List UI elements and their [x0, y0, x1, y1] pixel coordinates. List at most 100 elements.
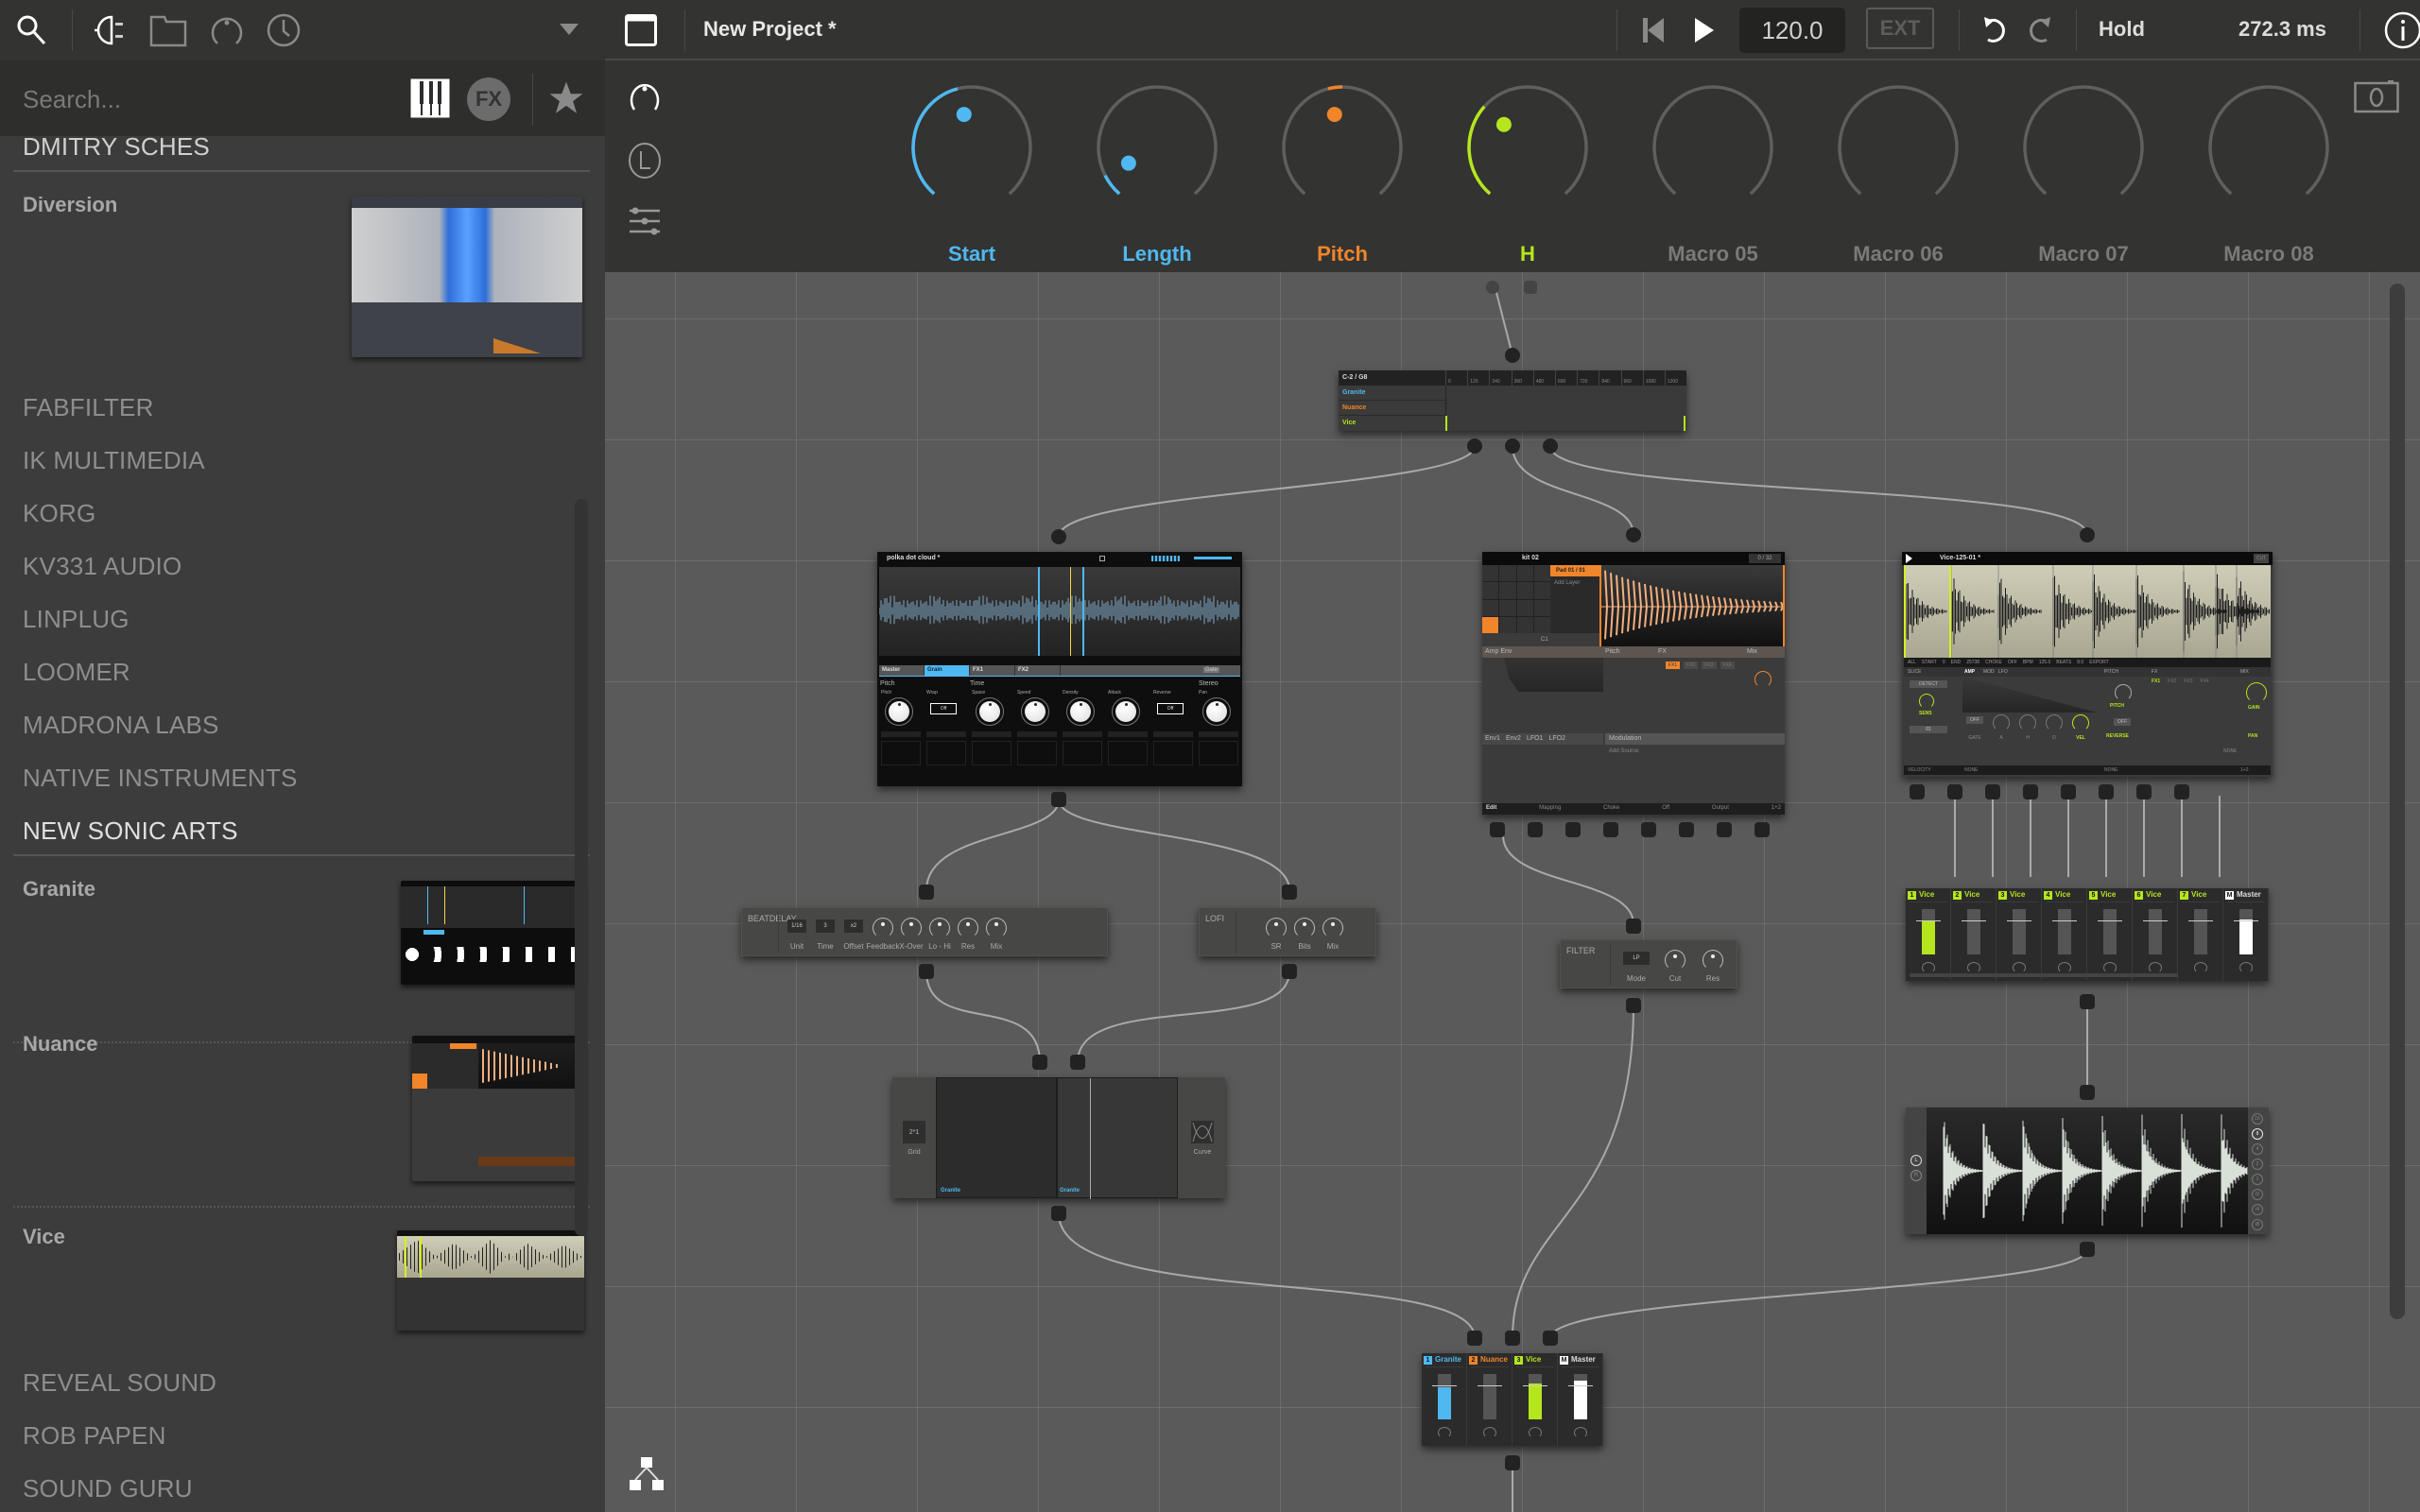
beatdelay-knob[interactable] [986, 918, 1007, 938]
drum-pad[interactable] [1516, 565, 1533, 582]
macro-knob-3[interactable]: Pitch [1276, 83, 1409, 272]
drum-pad[interactable] [1499, 616, 1516, 633]
knob-dial[interactable] [1832, 83, 1964, 225]
pan-knob[interactable] [2013, 962, 2026, 973]
nuance-waveform[interactable] [1599, 565, 1785, 646]
filter-mode-field[interactable]: LP [1623, 952, 1650, 965]
channel-fader[interactable] [2058, 909, 2071, 954]
drum-pad[interactable] [1533, 582, 1550, 599]
vice-output-port[interactable] [1985, 784, 2000, 799]
drum-pad[interactable] [1516, 616, 1533, 633]
xy-output-port[interactable] [1051, 1206, 1066, 1221]
pan-knob[interactable] [2194, 962, 2207, 973]
nuance-env-tab[interactable]: Env1 [1485, 735, 1500, 742]
nuance-fx-tab[interactable]: FX1 [1666, 662, 1681, 669]
drum-pad[interactable] [1499, 599, 1516, 616]
nuance-output-port[interactable] [1603, 822, 1618, 837]
drum-pad[interactable] [1533, 599, 1550, 616]
vendor-dmitry-sches[interactable]: DMITRY SCHES [23, 132, 210, 162]
knob-dial[interactable] [2203, 83, 2335, 225]
fader-cap[interactable] [1916, 920, 1941, 921]
granite-reverse-toggle[interactable]: Off [1157, 703, 1184, 714]
nuance-preset-name[interactable]: kit 02 [1522, 555, 1539, 561]
nuance-env-tab[interactable]: LFO2 [1548, 735, 1565, 742]
macro-knob-1[interactable]: Start [906, 83, 1038, 272]
channel-fader[interactable] [2194, 909, 2207, 954]
scope-output-port[interactable] [2080, 1242, 2095, 1257]
macro-knob-6[interactable]: Macro 06 [1832, 83, 1964, 272]
mod-slot[interactable] [1063, 731, 1102, 737]
granite-output-port[interactable] [1051, 792, 1066, 807]
knob-dial[interactable] [2017, 83, 2150, 225]
granite-volume-slider[interactable] [1194, 557, 1232, 559]
beatdelay-time-field[interactable]: 3 [816, 919, 835, 933]
add-layer-button[interactable]: Add Layer [1554, 580, 1580, 586]
scope-division-button[interactable]: 16 [2252, 1113, 2263, 1125]
vice-amp-env[interactable] [1962, 677, 2097, 713]
reverse-toggle[interactable]: OFF [2114, 718, 2131, 726]
pan-knob[interactable] [1529, 1427, 1542, 1438]
search-input[interactable]: Search... [23, 85, 121, 114]
mod-slot[interactable] [1017, 731, 1057, 737]
granite-pitch-knob[interactable] [885, 697, 913, 726]
nuance-env-tab[interactable]: Env2 [1506, 735, 1521, 742]
canvas-scrollbar[interactable] [2390, 284, 2405, 1319]
scope-node[interactable]: L R 16 8 4 2 1/2/4/8 [1906, 1108, 2269, 1234]
save-icon[interactable] [1099, 556, 1105, 561]
granite-speed-knob[interactable] [1021, 697, 1049, 726]
gate-toggle[interactable]: Gate [1203, 667, 1220, 673]
channel-fader[interactable] [2149, 909, 2162, 954]
scope-division-button[interactable]: 8 [2252, 1128, 2263, 1140]
beatdelay-unit-field[interactable]: 1/16 [787, 919, 806, 933]
granite-wrap-toggle[interactable]: Off [930, 703, 957, 714]
beatdelay-knob[interactable] [958, 918, 978, 938]
pan-knob[interactable] [1574, 1427, 1587, 1438]
vice-preset-name[interactable]: Vice-125-01 * [1940, 555, 1980, 561]
nuance-footer-item[interactable]: Off [1662, 805, 1669, 811]
nuance-fx-tab[interactable]: FX3 [1702, 662, 1717, 669]
nuance-output-port[interactable] [1754, 822, 1770, 837]
vice-mixer-output-port[interactable] [2080, 994, 2095, 1009]
vendor-reveal-sound[interactable]: REVEAL SOUND [23, 1368, 216, 1398]
channel-fader[interactable] [1438, 1374, 1451, 1419]
vendor-linplug[interactable]: LINPLUG [23, 605, 130, 634]
main-mixer-input-2[interactable] [1505, 1331, 1520, 1346]
mod-slot[interactable] [881, 731, 921, 737]
product-granite[interactable]: Granite [23, 877, 95, 902]
macro-label[interactable]: Macro 06 [1832, 242, 1964, 266]
plugin-icon[interactable] [91, 9, 132, 51]
sidebar-scrollbar[interactable] [575, 499, 588, 1236]
vice-output-port[interactable] [2174, 784, 2189, 799]
beatdelay-knob[interactable] [901, 918, 922, 938]
amp-env-display[interactable] [1482, 658, 1603, 692]
macro-knob-5[interactable]: Macro 05 [1647, 83, 1779, 272]
mod-slot[interactable] [1108, 731, 1148, 737]
snapshot-camera-icon[interactable] [2350, 77, 2403, 115]
fader-cap[interactable] [2007, 920, 2031, 921]
lofi-knob[interactable] [1266, 918, 1287, 938]
macro-label[interactable]: H [1461, 242, 1594, 266]
drum-pad[interactable] [1533, 565, 1550, 582]
vice-waveform[interactable] [1904, 565, 2271, 658]
granite-plugin-node[interactable]: polka dot cloud * Master Grain FX1 FX2 Gate… [877, 552, 1242, 786]
nuance-fx-tab[interactable]: FX4 [1720, 662, 1735, 669]
granite-density-knob[interactable] [1066, 697, 1095, 726]
instrument-piano-icon[interactable] [410, 77, 450, 119]
vice-a-knob[interactable] [1993, 714, 2010, 731]
keyzone-row-vice[interactable]: Vice [1339, 416, 1445, 431]
fx-icon[interactable]: FX [467, 77, 510, 121]
vice-mixer-node[interactable]: 1 Vice 2 Vice 3 Vice 4 Vice 5 Vice 6 Vice 7 Vice M Mast… [1906, 888, 2269, 981]
pan-knob[interactable] [1967, 962, 1980, 973]
rewind-to-start-icon[interactable] [1639, 15, 1668, 45]
fader-cap[interactable] [2098, 920, 2122, 921]
keyzone-input-port[interactable] [1505, 348, 1520, 363]
macro-label[interactable]: Macro 05 [1647, 242, 1779, 266]
xy-input-port-1[interactable] [1032, 1055, 1047, 1070]
mixer-channel[interactable]: 1 Granite [1422, 1353, 1467, 1446]
vendor-new-sonic-arts[interactable]: NEW SONIC ARTS [23, 816, 238, 846]
vice-footer-item[interactable]: NONE [2104, 767, 2118, 773]
granite-tab-fx2[interactable]: FX2 [1015, 665, 1061, 676]
knob-dial[interactable] [1461, 83, 1594, 225]
undo-icon[interactable] [1978, 13, 2012, 47]
channel-fader[interactable] [2239, 909, 2253, 954]
